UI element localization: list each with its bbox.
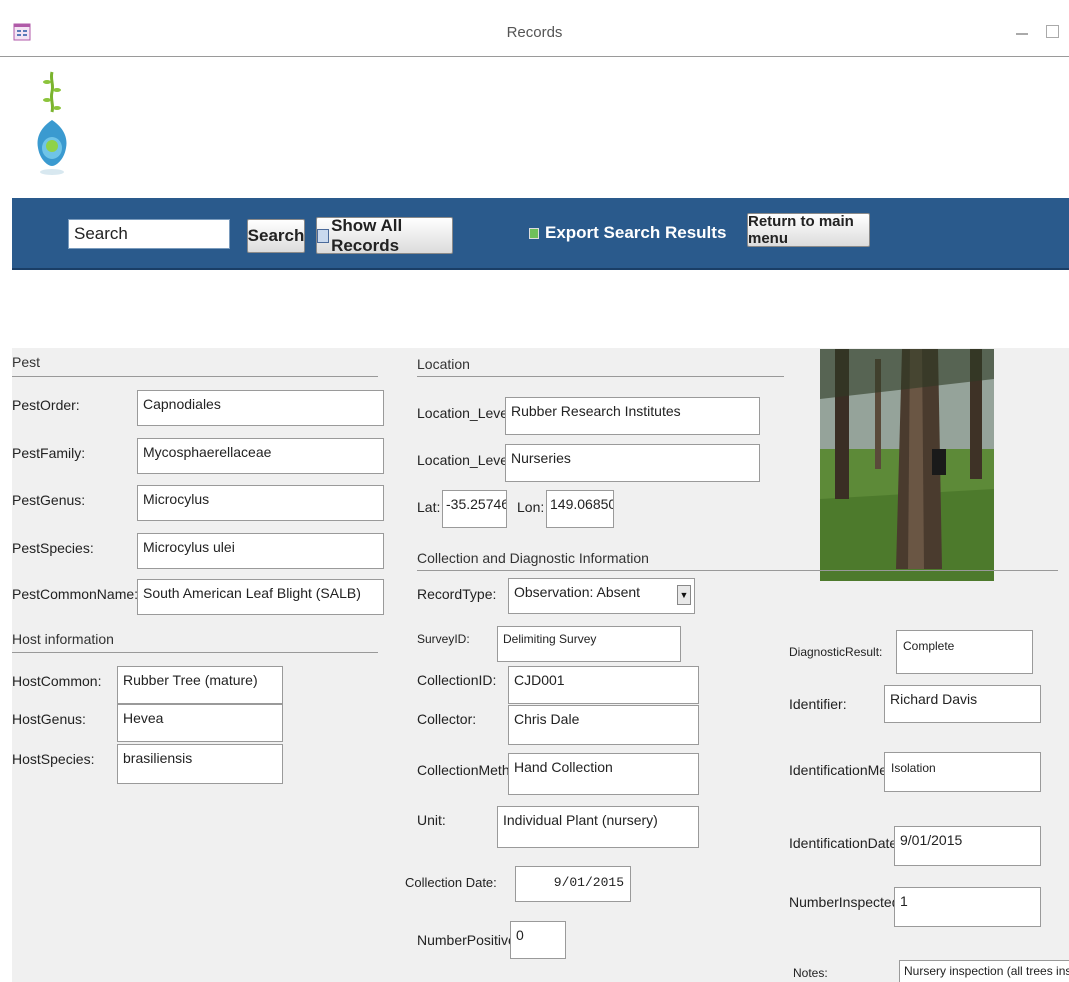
- longitude-field[interactable]: 149.068504: [546, 490, 614, 528]
- number-inspected-label: NumberInspected:: [789, 894, 904, 910]
- export-icon: [529, 227, 539, 239]
- collector-label: Collector:: [417, 711, 477, 727]
- window-title: Records: [506, 24, 563, 41]
- location-divider: [417, 376, 784, 377]
- notes-label: Notes:: [793, 966, 828, 980]
- longitude-label: Lon:: [517, 499, 545, 515]
- diagnostic-result-label: DiagnosticResult:: [789, 645, 883, 659]
- pest-genus-field[interactable]: Microcylus: [137, 485, 384, 521]
- search-button[interactable]: Search: [247, 219, 305, 253]
- host-genus-label: HostGenus:: [12, 711, 86, 727]
- records-icon: [317, 228, 330, 243]
- latitude-label: Lat:: [417, 499, 441, 515]
- return-to-main-menu-button[interactable]: Return to main menu: [747, 213, 870, 247]
- show-all-records-label: Show All Records: [331, 215, 403, 255]
- latitude-field[interactable]: -35.257469: [442, 490, 507, 528]
- pest-species-field[interactable]: Microcylus ulei: [137, 533, 384, 569]
- collection-date-field[interactable]: 9/01/2015: [515, 866, 631, 902]
- location-level1-field[interactable]: Rubber Research Institutes: [505, 397, 760, 435]
- logo-icon: [37, 71, 67, 175]
- pest-order-label: PestOrder:: [12, 397, 80, 413]
- search-input[interactable]: [68, 219, 230, 249]
- identification-date-label: IdentificationDate:: [789, 835, 902, 851]
- collection-id-label: CollectionID:: [417, 672, 497, 688]
- collection-date-label: Collection Date:: [405, 875, 497, 890]
- pest-common-name-field[interactable]: South American Leaf Blight (SALB): [137, 579, 384, 615]
- pest-family-label: PestFamily:: [12, 445, 86, 461]
- survey-id-label: SurveyID:: [417, 632, 470, 646]
- show-all-records-button[interactable]: Show All Records: [316, 215, 453, 255]
- collection-divider: [417, 570, 1058, 571]
- pest-common-name-label: PestCommonName:: [12, 586, 139, 602]
- host-divider: [12, 652, 378, 653]
- host-heading: Host information: [12, 631, 114, 647]
- unit-label: Unit:: [417, 812, 446, 828]
- export-label: Export Search Results: [545, 223, 727, 242]
- pest-family-field[interactable]: Mycosphaerellaceae: [137, 438, 384, 474]
- pest-species-label: PestSpecies:: [12, 540, 94, 556]
- location-level2-field[interactable]: Nurseries: [505, 444, 760, 482]
- identifier-label: Identifier:: [789, 696, 847, 712]
- number-positive-label: NumberPositive:: [417, 932, 520, 948]
- identifier-field[interactable]: Richard Davis: [884, 685, 1041, 723]
- number-positive-field[interactable]: 0: [510, 921, 566, 959]
- pest-order-field[interactable]: Capnodiales: [137, 390, 384, 426]
- host-common-field[interactable]: Rubber Tree (mature): [117, 666, 283, 704]
- collector-field[interactable]: Chris Dale: [508, 705, 699, 745]
- collection-id-field[interactable]: CJD001: [508, 666, 699, 704]
- unit-field[interactable]: Individual Plant (nursery): [497, 806, 699, 848]
- host-species-label: HostSpecies:: [12, 751, 95, 767]
- host-species-field[interactable]: brasiliensis: [117, 744, 283, 784]
- notes-field[interactable]: Nursery inspection (all trees inspected: [899, 960, 1069, 982]
- survey-id-field[interactable]: Delimiting Survey: [497, 626, 681, 662]
- export-search-results-link[interactable]: Export Search Results: [529, 223, 726, 243]
- record-type-select[interactable]: Observation: Absent ▼: [508, 578, 695, 614]
- identification-method-field[interactable]: Isolation: [884, 752, 1041, 792]
- minimize-icon[interactable]: [1016, 33, 1028, 35]
- maximize-icon[interactable]: [1046, 25, 1059, 38]
- identification-date-field[interactable]: 9/01/2015: [894, 826, 1041, 866]
- collection-method-field[interactable]: Hand Collection: [508, 753, 699, 795]
- location-heading: Location: [417, 356, 470, 372]
- number-inspected-field[interactable]: 1: [894, 887, 1041, 927]
- pest-divider: [12, 376, 378, 377]
- record-type-value: Observation: Absent: [514, 584, 641, 600]
- rubber-tree-photo: [820, 349, 994, 581]
- location-level2-label: Location_Level2: [417, 452, 519, 468]
- host-common-label: HostCommon:: [12, 673, 102, 689]
- host-genus-field[interactable]: Hevea: [117, 704, 283, 742]
- chevron-down-icon[interactable]: ▼: [677, 585, 691, 605]
- pest-heading: Pest: [12, 354, 41, 370]
- record-type-label: RecordType:: [417, 586, 497, 602]
- pest-genus-label: PestGenus:: [12, 492, 86, 508]
- diagnostic-result-field[interactable]: Complete: [896, 630, 1033, 674]
- collection-heading: Collection and Diagnostic Information: [417, 550, 649, 566]
